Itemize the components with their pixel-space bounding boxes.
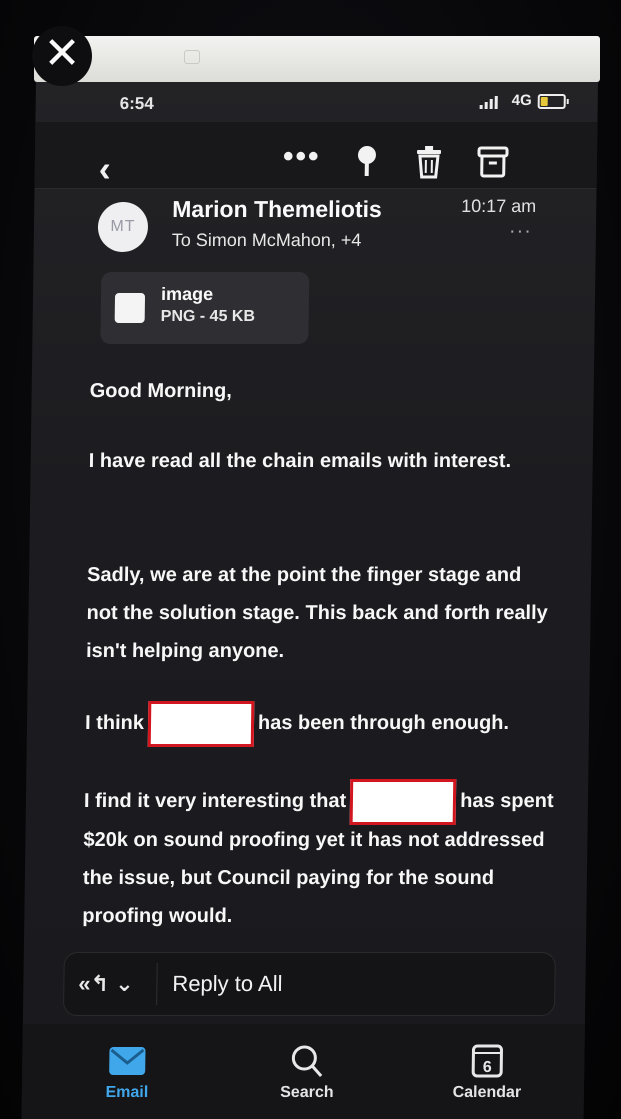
sender-name[interactable]: Marion Themeliotis [172,196,382,223]
search-icon [287,1044,327,1078]
reply-all-button[interactable]: Reply to All [172,971,282,997]
attachment-type-size: PNG - 45 KB [160,308,256,325]
strip-notch [184,50,200,64]
attachment-thumbnail-icon [114,293,146,323]
paragraph-3-start: I think [84,712,145,734]
tab-search[interactable]: Search [252,1044,363,1102]
more-options-button[interactable]: ••• [283,140,321,180]
battery-icon [537,94,569,109]
tab-calendar-label: Calendar [452,1084,522,1101]
calendar-icon: 6 [467,1044,507,1078]
reply-all-icon[interactable]: «↰ ⌄ [78,971,134,997]
received-time: 10:17 am [461,196,537,216]
battery-fill [540,97,548,106]
overlay-strip [34,36,600,82]
message-toolbar: ‹ ••• [34,122,598,190]
tab-email-label: Email [105,1084,149,1101]
signal-icon [479,96,498,109]
body-paragraph-1: I have read all the chain emails with in… [88,450,512,472]
recipients-line[interactable]: To Simon McMahon, +4 [172,230,362,251]
svg-text:6: 6 [483,1059,492,1076]
close-icon[interactable]: ✕ [32,26,92,86]
redaction-box [349,778,457,825]
tab-calendar[interactable]: 6 Calendar [432,1044,543,1102]
network-type: 4G [511,92,532,109]
body-paragraph-2: Sadly, we are at the point the finger st… [85,564,548,662]
status-time: 6:54 [119,94,154,113]
body-paragraph-3: I think has been through enough. [84,700,586,747]
mail-app-screen: 6:54 4G ‹ ••• MT Marion Themeliotis To S… [21,82,598,1119]
envelope-icon [107,1044,147,1078]
tab-email[interactable]: Email [72,1044,183,1102]
bottom-tab-bar: Email Search 6 Calendar [21,1024,585,1119]
status-bar: 6:54 4G [35,82,598,122]
archive-icon[interactable] [475,144,512,180]
attachment-card[interactable]: image PNG - 45 KB [100,272,310,344]
redaction-box [147,700,255,747]
tab-search-label: Search [280,1084,334,1101]
body-paragraph-4: I find it very interesting that has spent… [82,778,554,935]
header-more-icon[interactable]: ··· [509,220,532,243]
sender-avatar[interactable]: MT [97,202,149,252]
attachment-name: image [160,284,214,304]
paragraph-3-end: has been through enough. [257,712,510,734]
delete-icon[interactable] [411,144,448,180]
phone-photo: 6:54 4G ‹ ••• MT Marion Themeliotis To S… [0,0,621,1119]
pin-icon[interactable] [349,144,386,180]
body-greeting: Good Morning, [89,380,233,402]
paragraph-4-start: I find it very interesting that [83,790,347,812]
reply-bar[interactable]: «↰ ⌄ Reply to All [62,952,556,1016]
back-chevron-icon[interactable]: ‹ [98,148,112,190]
